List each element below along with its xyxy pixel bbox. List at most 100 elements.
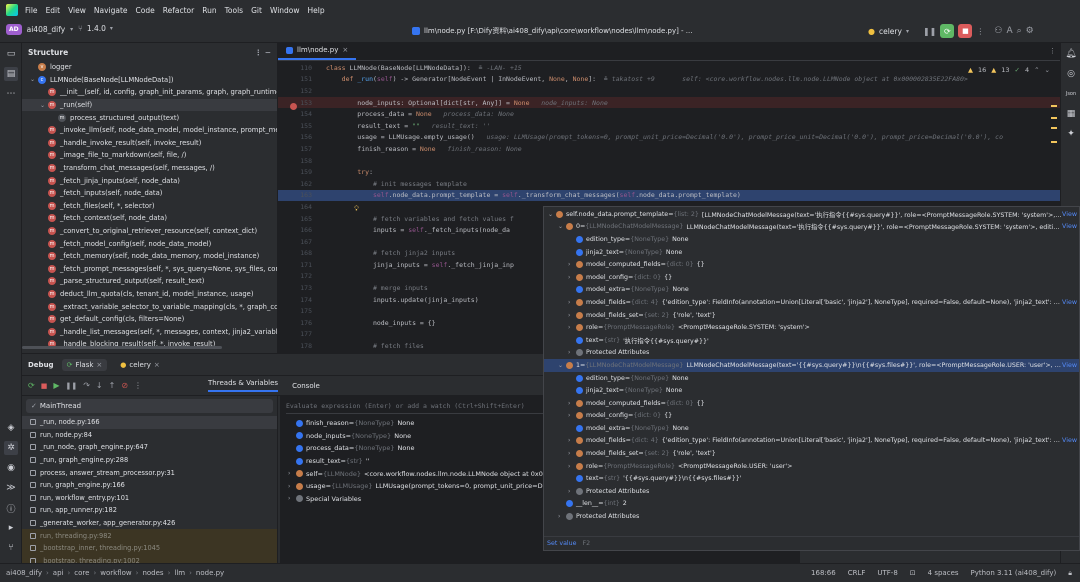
line-number[interactable]: 159 (278, 168, 326, 176)
inspector-row[interactable]: __len__ = {int} 2 (544, 498, 1079, 511)
caret-position[interactable]: 168:66 (811, 569, 836, 577)
chevron-down-icon[interactable]: ⌄ (558, 223, 566, 230)
inspection-widget[interactable]: ▲ 16 ▲ 13 ✓ 4 ⌃ ⌄ (968, 66, 1050, 74)
structure-item[interactable]: m _fetch_prompt_messages(self, *, sys_que… (22, 263, 277, 276)
branch-widget[interactable]: ⑂ 1.4.0 ▾ (78, 24, 113, 33)
python-console-icon[interactable]: ≫ (4, 481, 18, 495)
panel-options-icon[interactable]: ⋮ − (255, 48, 271, 57)
structure-item[interactable]: m _fetch_jinja_inputs(self, node_data) (22, 174, 277, 187)
user-icon[interactable]: ⚇ (994, 26, 1002, 36)
structure-item[interactable]: m _fetch_context(self, node_data) (22, 212, 277, 225)
readonly-lock-icon[interactable]: ⊡ (910, 569, 916, 577)
inspector-row[interactable]: › model_computed_fields = {dict: 0}{} (544, 258, 1079, 271)
structure-item[interactable]: m _fetch_files(self, *, selector) (22, 200, 277, 213)
code-line[interactable]: 162 # init messages template (278, 178, 1060, 190)
inspector-row[interactable]: › model_config = {dict: 0}{} (544, 271, 1079, 284)
ai-assistant-icon[interactable]: ✦ (1064, 127, 1078, 141)
chevron-right-icon[interactable]: › (558, 513, 566, 520)
line-number[interactable]: 167 (278, 238, 326, 246)
settings-icon[interactable]: ⚙ (1026, 26, 1034, 36)
lock-icon[interactable]: 🔒︎ (1068, 569, 1072, 578)
code-line[interactable]: 156 usage = LLMUsage.empty_usage() usage… (278, 132, 1060, 144)
structure-item[interactable]: m __init__(self, id, config, graph_init_p… (22, 86, 277, 99)
run-config-select[interactable]: celery (879, 27, 902, 36)
chevron-right-icon[interactable]: › (568, 324, 576, 331)
structure-tool-icon[interactable]: ▤ (4, 67, 18, 81)
structure-item[interactable]: m _handle_list_messages(self, *, messages… (22, 325, 277, 338)
stop-icon[interactable]: ■ (41, 382, 48, 390)
menu-item-edit[interactable]: Edit (46, 6, 61, 15)
structure-item[interactable]: m process_structured_output(text) (22, 111, 277, 124)
structure-item[interactable]: m get_default_config(cls, filters=None) (22, 313, 277, 326)
chevron-down-icon[interactable]: ⌄ (40, 102, 48, 109)
view-link[interactable]: View (1062, 211, 1079, 218)
view-link[interactable]: View (1062, 362, 1079, 369)
tab-console[interactable]: Console (292, 382, 320, 390)
line-number[interactable]: 158 (278, 157, 326, 165)
menu-item-window[interactable]: Window (270, 6, 300, 15)
breadcrumb-item[interactable]: ai408_dify (6, 569, 42, 577)
database-icon[interactable]: ◎ (1064, 67, 1078, 81)
menu-item-refactor[interactable]: Refactor (163, 6, 194, 15)
code-line[interactable]: 154 process_data = None process_data: No… (278, 108, 1060, 120)
git-icon[interactable]: ⑂ (4, 541, 18, 555)
chevron-down-icon[interactable]: ⌄ (30, 76, 38, 83)
inspector-row[interactable]: › model_config = {dict: 0}{} (544, 410, 1079, 423)
line-number[interactable]: 175 (278, 307, 326, 315)
indent-setting[interactable]: 4 spaces (928, 569, 959, 577)
set-value-link[interactable]: Set value (547, 540, 577, 547)
line-number[interactable]: 173 (278, 284, 326, 292)
inspector-row[interactable]: › model_fields_set = {set: 2} {'role', 'te… (544, 309, 1079, 322)
line-number[interactable]: 163 (278, 191, 326, 199)
editor-options-icon[interactable]: ⋮ (1049, 43, 1060, 60)
code-line[interactable]: 163 self.node_data.prompt_template = sel… (278, 189, 1060, 202)
menu-item-file[interactable]: File (25, 6, 38, 15)
inspector-row[interactable]: › role = {PromptMessageRole} <PromptMessag… (544, 460, 1079, 473)
project-tool-icon[interactable]: ▭ (4, 47, 18, 61)
tab-node-py[interactable]: llm\node.py × (278, 43, 357, 60)
structure-item[interactable]: m _handle_invoke_result(self, invoke_resu… (22, 137, 277, 150)
chevron-right-icon[interactable]: › (288, 483, 296, 490)
lightbulb-icon[interactable]: 💡︎ (354, 205, 359, 214)
inspector-row[interactable]: edition_type = {NoneType} None (544, 372, 1079, 385)
inspector-row[interactable]: › model_computed_fields = {dict: 0}{} (544, 397, 1079, 410)
debug-tool-icon[interactable]: ✲ (4, 441, 18, 455)
line-number[interactable]: 174 (278, 296, 326, 304)
file-encoding[interactable]: UTF-8 (877, 569, 897, 577)
inspector-row[interactable]: › Protected Attributes (544, 485, 1079, 498)
search-icon[interactable]: ⌕ (1017, 26, 1022, 36)
rerun-button[interactable]: ⟳ (940, 24, 955, 38)
chevron-right-icon[interactable]: › (568, 274, 576, 281)
code-line[interactable]: 153 node_inputs: Optional[dict[str, Any]… (278, 96, 1060, 109)
code-line[interactable]: 110 class LLMNode(BaseNode[LLMNodeData]):… (278, 62, 1060, 74)
inspector-row[interactable]: model_extra = {NoneType} None (544, 284, 1079, 297)
line-number[interactable]: 166 (278, 226, 326, 234)
structure-item[interactable]: m _invoke_llm(self, node_data_model, mode… (22, 124, 277, 137)
structure-item[interactable]: m _transform_chat_messages(self, messages… (22, 162, 277, 175)
line-number[interactable]: 157 (278, 145, 326, 153)
close-icon[interactable]: × (342, 46, 348, 54)
menu-item-view[interactable]: View (68, 6, 86, 15)
chevron-right-icon[interactable]: › (568, 488, 576, 495)
inspector-row[interactable]: text = {str} '执行指令{{#sys.query#}}' (544, 334, 1079, 347)
structure-item[interactable]: m _fetch_memory(self, node_data_memory, m… (22, 250, 277, 263)
code-line[interactable]: 157 finish_reason = None finish_reason: … (278, 143, 1060, 155)
chevron-right-icon[interactable]: › (568, 412, 576, 419)
chevron-right-icon[interactable]: › (568, 312, 576, 319)
close-icon[interactable]: × (154, 361, 160, 369)
flask-config-tab[interactable]: ⟳ Flask × (61, 358, 108, 371)
stack-frame[interactable]: _run, graph_engine.py:288 (22, 454, 277, 467)
stack-frame[interactable]: run, node.py:84 (22, 429, 277, 442)
inspector-row[interactable]: model_extra = {NoneType} None (544, 422, 1079, 435)
breadcrumb-item[interactable]: node.py (196, 569, 224, 577)
line-number[interactable]: 154 (278, 110, 326, 118)
menu-item-git[interactable]: Git (251, 6, 262, 15)
step-over-icon[interactable]: ↷ (83, 381, 90, 390)
services-icon[interactable]: ◉ (4, 461, 18, 475)
breakpoint-icon[interactable] (290, 103, 297, 110)
chevron-right-icon[interactable]: › (568, 261, 576, 268)
code-line[interactable]: 155 result_text = "" result_text: '' (278, 120, 1060, 132)
chevron-down-icon[interactable]: ⌄ (1045, 66, 1050, 74)
code-line[interactable]: 158 (278, 155, 1060, 167)
stack-frame[interactable]: run, graph_engine.py:166 (22, 479, 277, 492)
